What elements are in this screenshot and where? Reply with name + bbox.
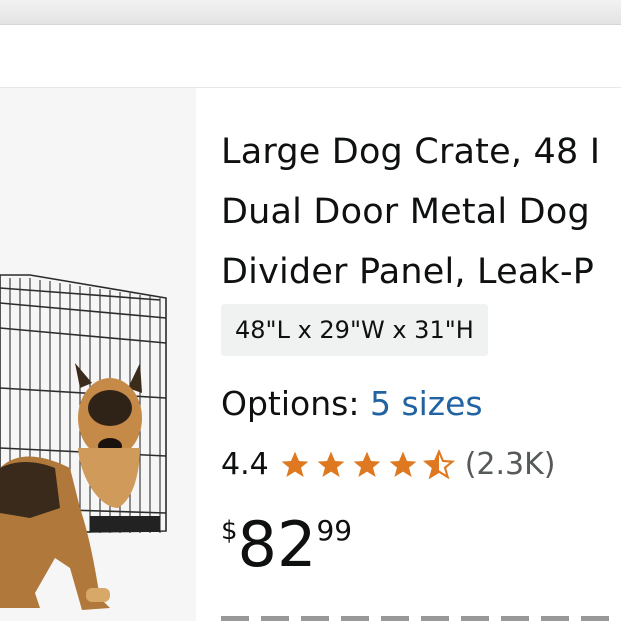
sizes-link[interactable]: 5 sizes: [370, 384, 483, 423]
review-count[interactable]: (2.3K): [465, 445, 556, 485]
options-row: Options: 5 sizes: [221, 384, 483, 424]
product-title[interactable]: Large Dog Crate, 48 I Dual Door Metal Do…: [221, 122, 621, 302]
header-strip: [0, 25, 621, 88]
star-full-icon: [353, 451, 381, 477]
rating-value: 4.4: [221, 447, 269, 482]
product-title-line[interactable]: Dual Door Metal Dog: [221, 182, 621, 242]
options-label: Options:: [221, 384, 360, 423]
star-full-icon: [389, 451, 417, 477]
star-half-icon: [422, 449, 455, 480]
product-image[interactable]: [0, 88, 196, 621]
star-full-icon: [281, 451, 309, 477]
dog-crate-image: [0, 274, 167, 610]
star-rating[interactable]: [277, 449, 457, 481]
price: $8299: [221, 510, 352, 580]
product-title-line[interactable]: Divider Panel, Leak-P: [221, 242, 621, 302]
star-full-icon: [317, 451, 345, 477]
price-fraction: 99: [316, 514, 353, 547]
product-title-line[interactable]: Large Dog Crate, 48 I: [221, 122, 621, 182]
price-currency: $: [221, 516, 238, 546]
dimensions-chip: 48"L x 29"W x 31"H: [221, 304, 488, 356]
rating-row[interactable]: 4.4 (2.3K): [221, 445, 556, 485]
browser-top-bar: [0, 0, 621, 25]
product-info: Large Dog Crate, 48 I Dual Door Metal Do…: [221, 88, 621, 621]
price-whole: 82: [237, 508, 317, 581]
delivery-info-partial: [221, 608, 621, 621]
